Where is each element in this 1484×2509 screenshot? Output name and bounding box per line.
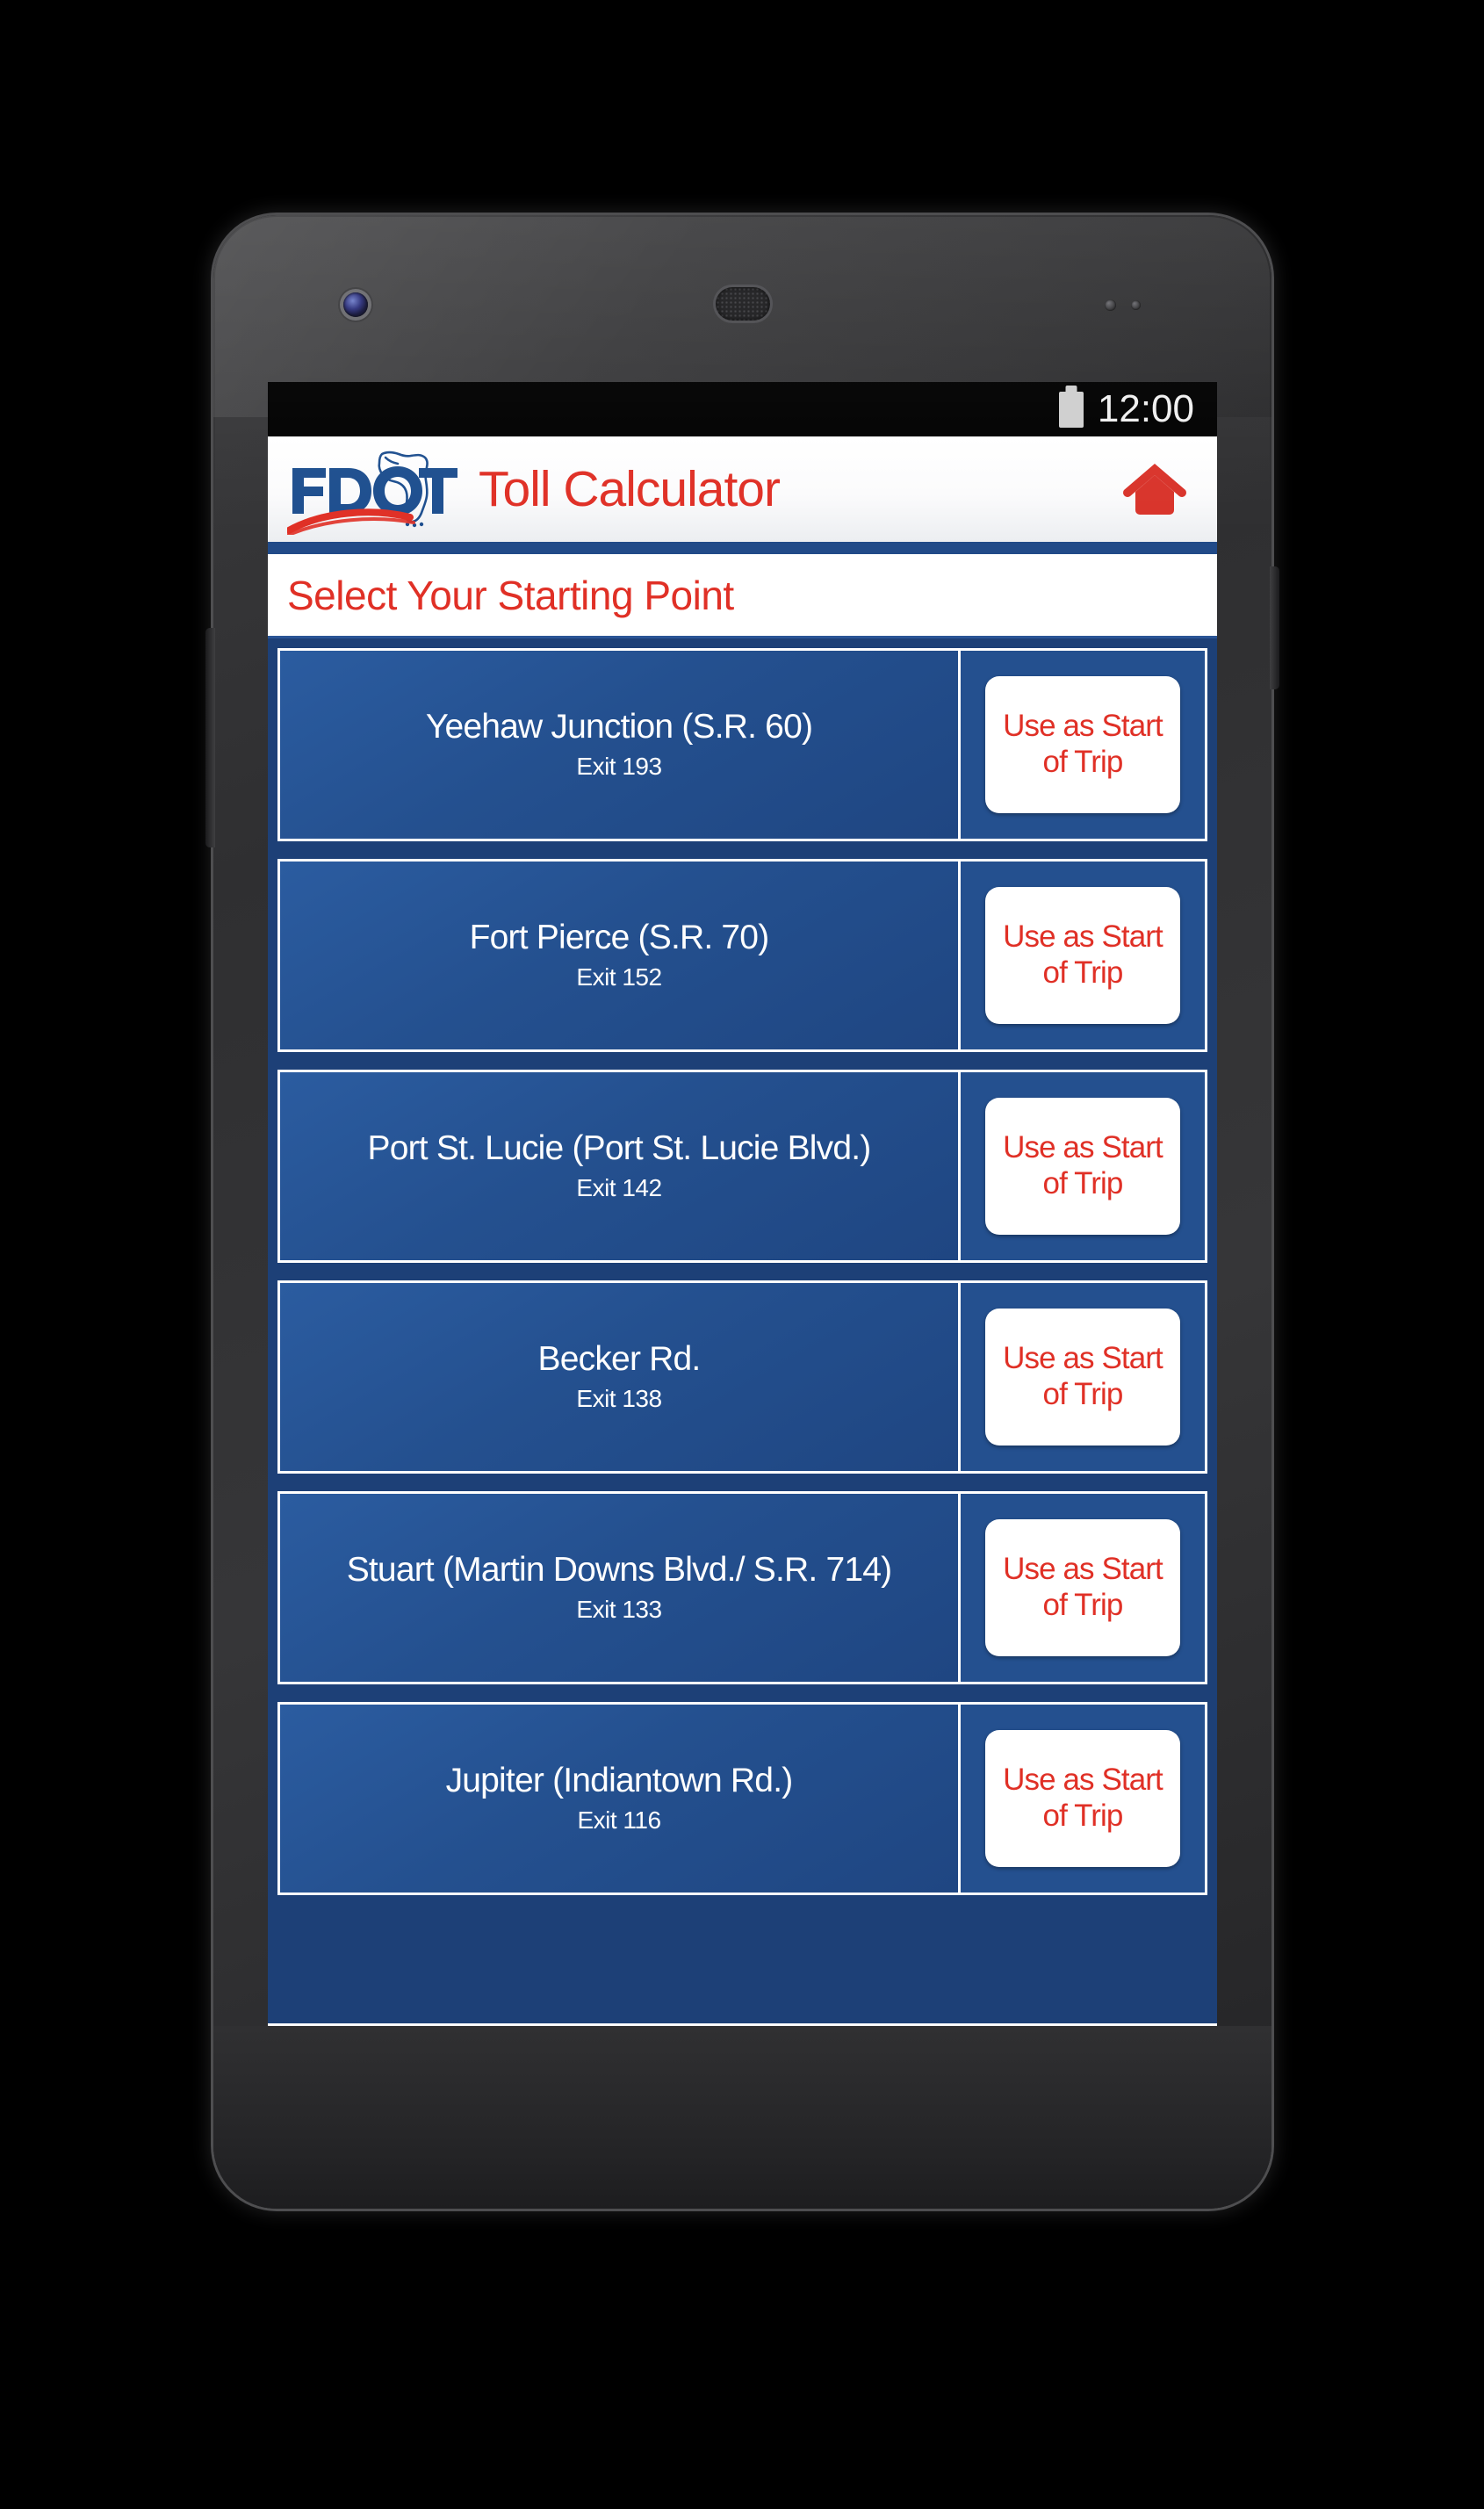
use-as-start-of-trip-button[interactable]: Use as Start of Trip [985,1098,1180,1235]
list-item[interactable]: Becker Rd. Exit 138 Use as Start of Trip [277,1280,1207,1474]
list-item-action-cell: Use as Start of Trip [961,1072,1205,1260]
list-item-info[interactable]: Becker Rd. Exit 138 [280,1283,961,1471]
list-item[interactable]: Stuart (Martin Downs Blvd./ S.R. 714) Exi… [277,1491,1207,1684]
list-item-exit: Exit 142 [576,1174,662,1202]
earpiece-speaker-icon [715,287,770,321]
status-bar-clock: 12:00 [1097,387,1194,430]
use-as-start-of-trip-button[interactable]: Use as Start of Trip [985,1519,1180,1656]
list-item-name: Fort Pierce (S.R. 70) [469,918,770,956]
header-divider [268,542,1217,554]
battery-icon [1058,391,1084,428]
list-item[interactable]: Yeehaw Junction (S.R. 60) Exit 193 Use as … [277,648,1207,841]
home-icon [1123,464,1186,515]
use-as-start-of-trip-button[interactable]: Use as Start of Trip [985,676,1180,813]
list-item-action-cell: Use as Start of Trip [961,1494,1205,1682]
fdot-logo [287,443,459,535]
list-item-exit: Exit 138 [576,1385,662,1413]
list-item-action-cell: Use as Start of Trip [961,862,1205,1049]
home-button[interactable] [1117,451,1192,527]
list-item-action-cell: Use as Start of Trip [961,1705,1205,1893]
list-item-exit: Exit 116 [577,1806,661,1835]
section-title: Select Your Starting Point [287,572,734,618]
list-item-exit: Exit 133 [576,1596,662,1624]
list-item-name: Port St. Lucie (Port St. Lucie Blvd.) [367,1128,872,1167]
section-header: Select Your Starting Point [268,554,1217,638]
device-chin [213,2026,1271,2209]
list-item-info[interactable]: Yeehaw Junction (S.R. 60) Exit 193 [280,651,961,839]
use-as-start-of-trip-button[interactable]: Use as Start of Trip [985,1309,1180,1446]
page-title: Toll Calculator [479,460,781,517]
app-header: Toll Calculator [268,436,1217,542]
phone-screen: 12:00 Toll Calculator Select Your Starti… [268,382,1217,2026]
list-item-action-cell: Use as Start of Trip [961,651,1205,839]
list-item-name: Stuart (Martin Downs Blvd./ S.R. 714) [346,1550,892,1589]
list-item[interactable]: Fort Pierce (S.R. 70) Exit 152 Use as Star… [277,859,1207,1052]
list-item[interactable]: Port St. Lucie (Port St. Lucie Blvd.) Exi… [277,1070,1207,1263]
list-item-info[interactable]: Port St. Lucie (Port St. Lucie Blvd.) Exi… [280,1072,961,1260]
list-item-exit: Exit 152 [576,963,662,991]
list-item[interactable]: Jupiter (Indiantown Rd.) Exit 116 Use as S… [277,1702,1207,1895]
list-item-exit: Exit 193 [576,753,662,781]
list-item-info[interactable]: Fort Pierce (S.R. 70) Exit 152 [280,862,961,1049]
phone-device: 12:00 Toll Calculator Select Your Starti… [205,215,1279,2209]
list-item-info[interactable]: Stuart (Martin Downs Blvd./ S.R. 714) Exi… [280,1494,961,1682]
list-item-name: Becker Rd. [537,1339,702,1378]
use-as-start-of-trip-button[interactable]: Use as Start of Trip [985,887,1180,1024]
list-item-info[interactable]: Jupiter (Indiantown Rd.) Exit 116 [280,1705,961,1893]
list-item-action-cell: Use as Start of Trip [961,1283,1205,1471]
status-bar: 12:00 [268,382,1217,436]
proximity-sensor-icon [1105,299,1161,312]
list-item-name: Yeehaw Junction (S.R. 60) [425,707,813,746]
volume-rocker-button[interactable] [205,628,215,847]
list-item-name: Jupiter (Indiantown Rd.) [445,1761,794,1799]
use-as-start-of-trip-button[interactable]: Use as Start of Trip [985,1730,1180,1867]
power-button[interactable] [1270,566,1279,689]
starting-point-list[interactable]: Yeehaw Junction (S.R. 60) Exit 193 Use as … [268,638,1217,2023]
front-camera-icon [343,292,368,317]
